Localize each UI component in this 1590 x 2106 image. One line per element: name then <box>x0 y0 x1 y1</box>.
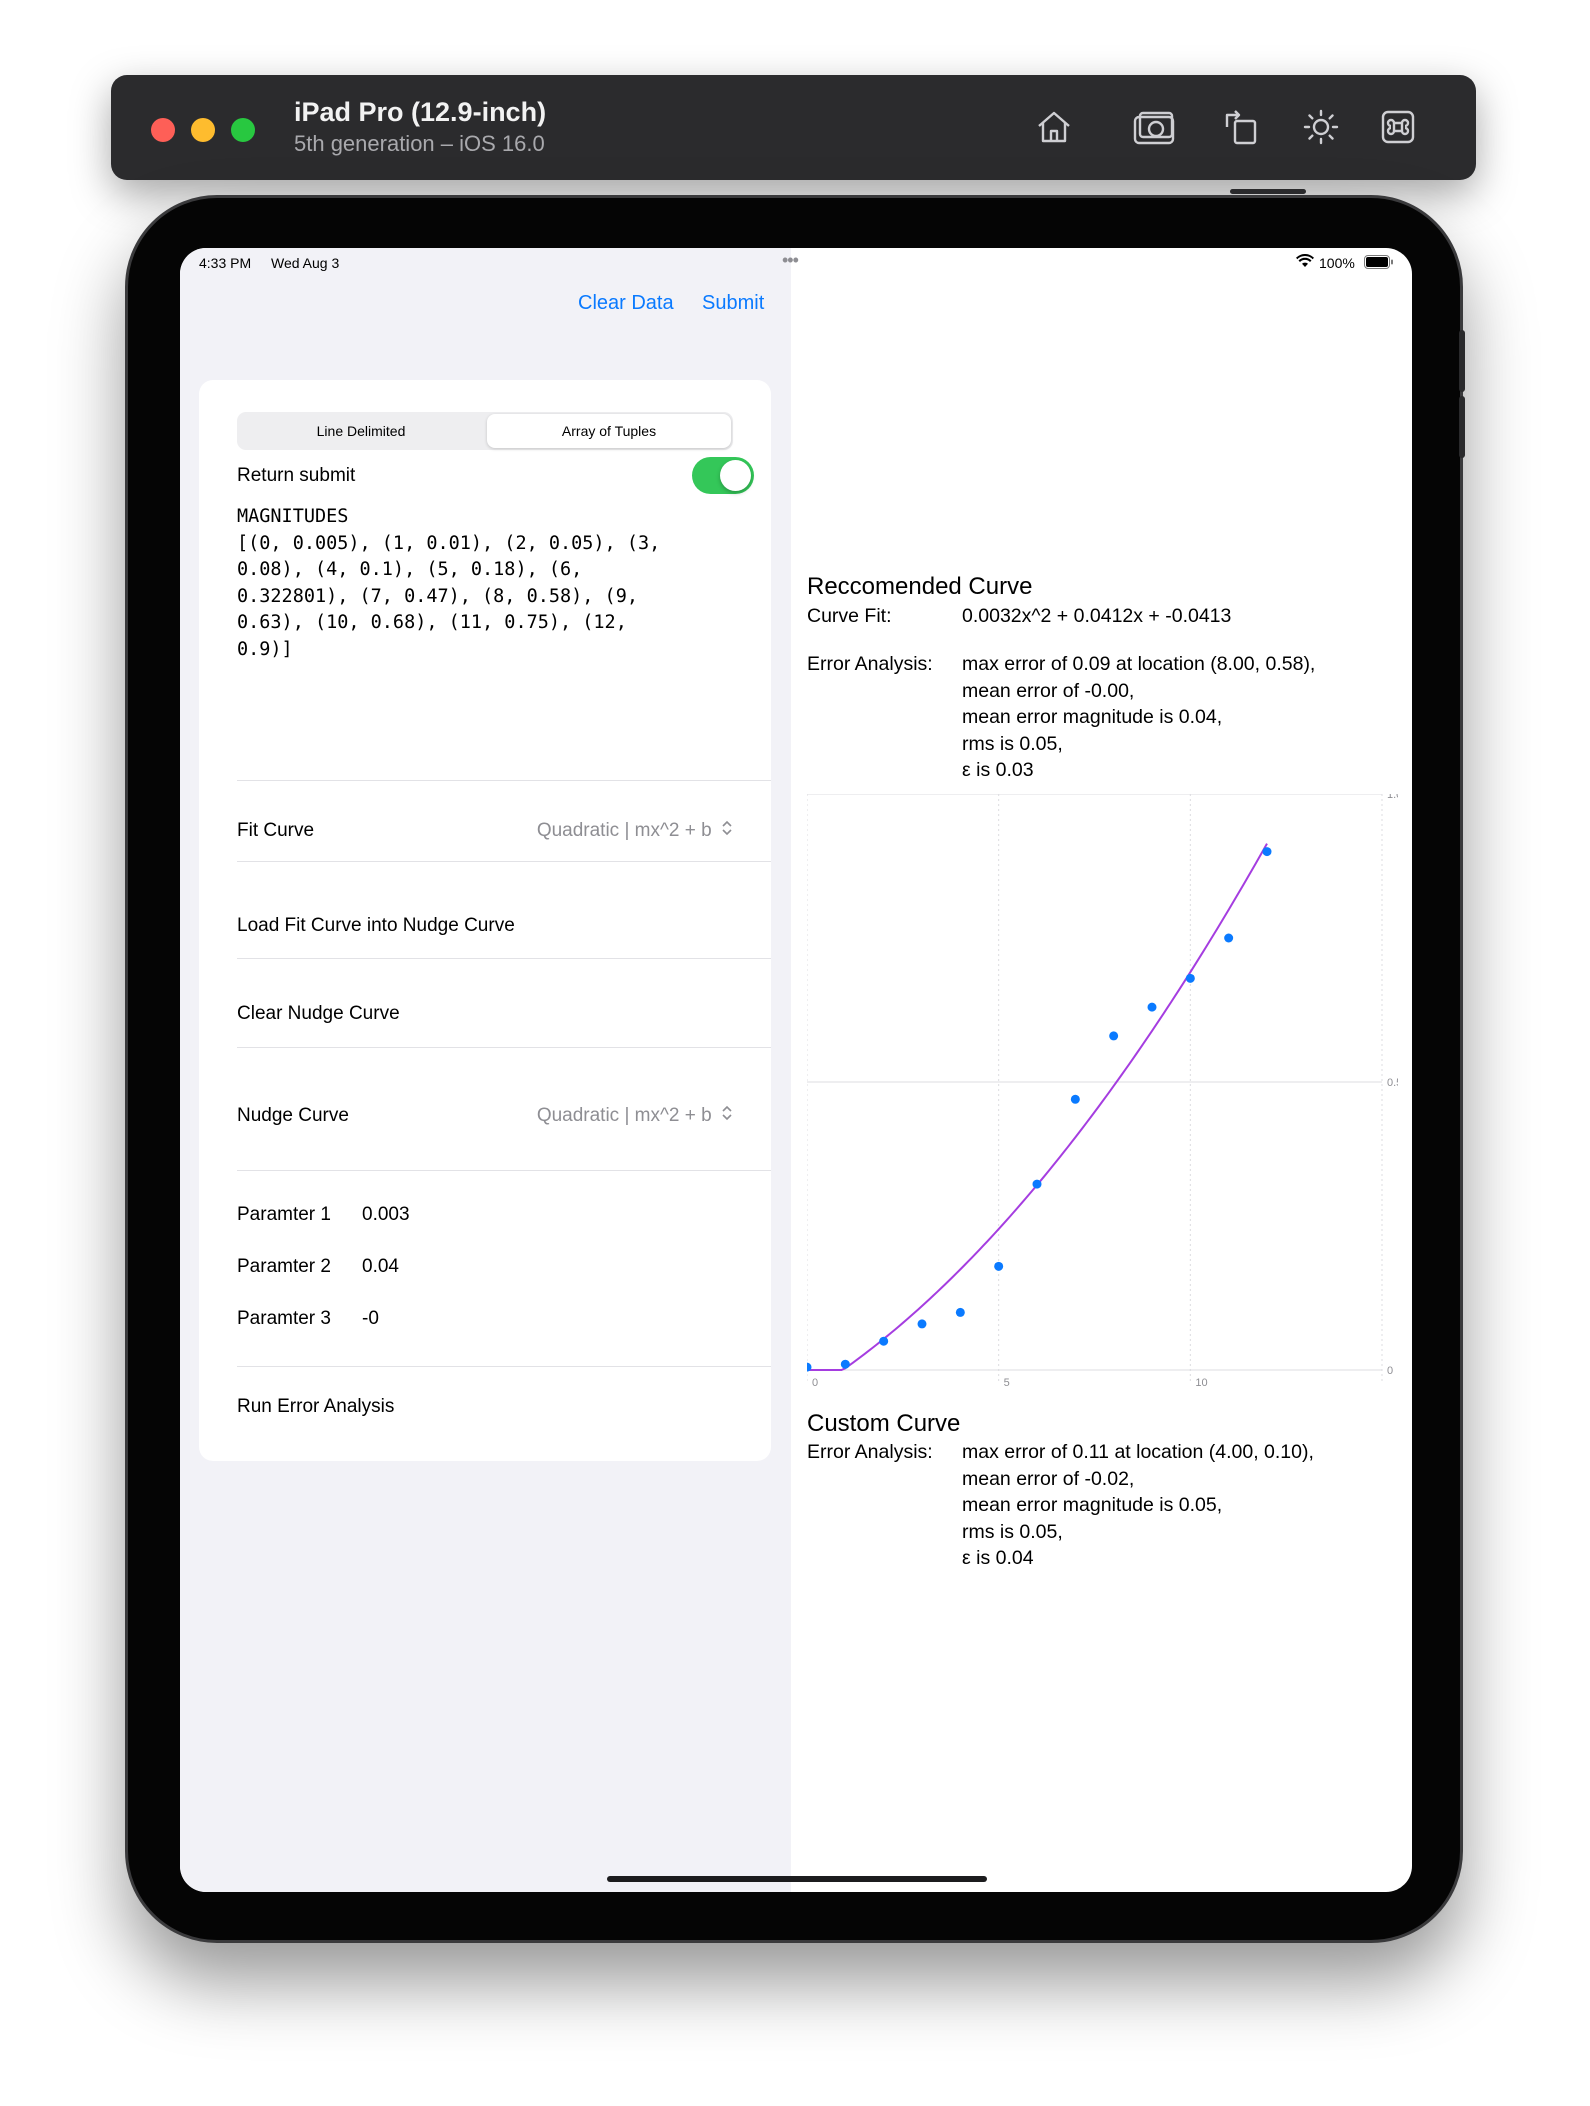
data-point <box>1224 933 1234 943</box>
load-fit-into-nudge-button[interactable]: Load Fit Curve into Nudge Curve <box>237 915 515 937</box>
zoom-window-button[interactable] <box>231 118 255 142</box>
chevron-up-down-icon <box>721 820 733 842</box>
screenshot-icon[interactable] <box>1130 103 1178 151</box>
run-error-analysis-button[interactable]: Run Error Analysis <box>237 1396 394 1418</box>
data-point <box>1032 1179 1042 1189</box>
chevron-up-down-icon <box>721 1105 733 1127</box>
data-point <box>1109 1031 1119 1041</box>
error-line: mean error magnitude is 0.04, <box>962 706 1223 728</box>
toggle-knob <box>720 460 751 491</box>
volume-down-button <box>1459 396 1465 458</box>
segment-line-delimited[interactable]: Line Delimited <box>239 414 483 448</box>
param-1-field[interactable]: 0.003 <box>362 1204 410 1226</box>
divider <box>237 780 771 781</box>
data-point <box>1070 1094 1080 1104</box>
wifi-icon <box>1296 253 1314 271</box>
recommended-curve-title: Reccomended Curve <box>807 573 1033 600</box>
error-line: max error of 0.11 at location (4.00, 0.1… <box>962 1441 1314 1463</box>
rotate-icon[interactable] <box>1217 103 1265 151</box>
param-2-label: Paramter 2 <box>237 1256 331 1277</box>
submit-button[interactable]: Submit <box>702 292 764 315</box>
x-tick-label: 10 <box>1195 1377 1207 1389</box>
data-point <box>917 1319 927 1329</box>
data-point <box>1262 847 1272 857</box>
nudge-curve-value: Quadratic | mx^2 + b <box>536 1105 712 1127</box>
power-button <box>1230 189 1306 194</box>
data-point <box>955 1307 965 1317</box>
param-3-label: Paramter 3 <box>237 1308 331 1329</box>
minimize-window-button[interactable] <box>191 118 215 142</box>
data-point <box>994 1261 1004 1271</box>
error-line: mean error of -0.00, <box>962 679 1135 702</box>
home-icon[interactable] <box>1030 103 1078 151</box>
battery-icon <box>1364 255 1394 272</box>
error-line: rms is 0.05, <box>962 732 1063 755</box>
status-time: 4:33 PM <box>199 255 252 271</box>
custom-error-label: Error Analysis: <box>807 1441 933 1463</box>
home-indicator[interactable] <box>607 1876 987 1882</box>
error-line: rms is 0.05, <box>962 1520 1063 1543</box>
error-line: mean error of -0.02, <box>962 1467 1135 1490</box>
data-point <box>1185 973 1195 983</box>
curve-chart: 0 0.5 1.0 0 5 10 <box>802 789 1402 1394</box>
x-tick-label: 5 <box>1004 1377 1010 1389</box>
device-detail: 5th generation – iOS 16.0 <box>294 131 545 156</box>
param-1-label: Paramter 1 <box>237 1204 331 1225</box>
appearance-icon[interactable] <box>1297 103 1345 151</box>
command-icon[interactable] <box>1374 103 1422 151</box>
clear-data-button[interactable]: Clear Data <box>578 292 674 315</box>
device-name: iPad Pro (12.9-inch) <box>294 97 547 127</box>
error-line: ε is 0.04 <box>962 1547 1034 1569</box>
return-submit-toggle[interactable] <box>692 457 754 494</box>
y-tick-label: 0.5 <box>1387 1077 1398 1089</box>
divider <box>237 1047 771 1048</box>
nudge-curve-label: Nudge Curve <box>237 1105 349 1126</box>
status-bar: 4:33 PM Wed Aug 3 ••• 100% <box>180 248 1412 278</box>
divider <box>237 1366 771 1367</box>
segment-array-of-tuples[interactable]: Array of Tuples <box>487 414 731 448</box>
status-date: Wed Aug 3 <box>271 255 340 271</box>
divider <box>237 958 771 959</box>
fit-curve-picker[interactable]: Quadratic | mx^2 + b <box>537 820 733 842</box>
close-window-button[interactable] <box>151 118 175 142</box>
ipad-screen: Clear Data Submit Line Delimited Array o… <box>180 248 1412 1892</box>
data-point <box>1147 1002 1157 1012</box>
curve-fit-label: Curve Fit: <box>807 605 892 627</box>
recommended-error-label: Error Analysis: <box>807 653 933 675</box>
data-text-editor[interactable]: MAGNITUDES [(0, 0.005), (1, 0.01), (2, 0… <box>237 504 737 663</box>
clear-nudge-curve-button[interactable]: Clear Nudge Curve <box>237 1003 400 1025</box>
error-line: ε is 0.03 <box>962 759 1034 781</box>
input-card: Line Delimited Array of Tuples Return su… <box>199 380 771 1461</box>
custom-curve-title: Custom Curve <box>807 1410 961 1437</box>
fit-curve-line <box>807 843 1268 1371</box>
curve-fit-value: 0.0032x^2 + 0.0412x + -0.0413 <box>962 605 1232 627</box>
battery-percent: 100% <box>1319 255 1355 271</box>
multitasking-dots[interactable]: ••• <box>782 250 799 271</box>
error-line: mean error magnitude is 0.05, <box>962 1494 1223 1516</box>
recommended-error-analysis: max error of 0.09 at location (8.00, 0.5… <box>962 651 1315 784</box>
error-line: max error of 0.09 at location (8.00, 0.5… <box>962 653 1316 675</box>
nudge-curve-picker[interactable]: Quadratic | mx^2 + b <box>537 1105 733 1127</box>
volume-up-button <box>1459 330 1465 392</box>
simulator-title-bar: iPad Pro (12.9-inch) 5th generation – iO… <box>111 75 1476 180</box>
y-tick-label: 1.0 <box>1387 794 1398 801</box>
param-3-field[interactable]: -0 <box>362 1308 379 1330</box>
x-tick-label: 0 <box>812 1377 818 1389</box>
fit-curve-label: Fit Curve <box>237 820 315 841</box>
divider <box>237 861 771 862</box>
curve-chart-svg: 0 0.5 1.0 0 5 10 <box>802 789 1402 1389</box>
format-segmented-control[interactable]: Line Delimited Array of Tuples <box>237 412 733 450</box>
data-point <box>840 1359 850 1369</box>
divider <box>237 1170 771 1171</box>
fit-curve-value: Quadratic | mx^2 + b <box>536 820 712 842</box>
return-submit-label: Return submit <box>237 465 356 486</box>
param-2-field[interactable]: 0.04 <box>362 1256 399 1278</box>
input-sidebar: Clear Data Submit Line Delimited Array o… <box>180 248 791 1892</box>
custom-error-analysis: max error of 0.11 at location (4.00, 0.1… <box>962 1439 1314 1572</box>
data-point <box>879 1336 889 1346</box>
y-tick-label: 0 <box>1387 1365 1393 1377</box>
